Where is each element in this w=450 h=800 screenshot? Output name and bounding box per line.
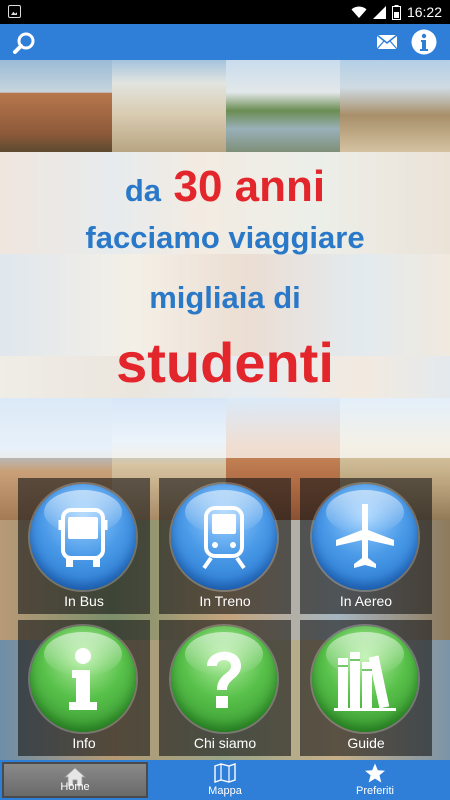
- map-icon: [214, 763, 236, 783]
- tab-home[interactable]: Home: [2, 762, 148, 798]
- menu-item-about[interactable]: Chi siamo: [159, 620, 291, 756]
- menu-item-bus[interactable]: In Bus: [18, 478, 150, 614]
- menu-item-label: Info: [72, 735, 96, 751]
- airplane-icon-button: [312, 484, 418, 590]
- headline-emphasis: studenti: [116, 331, 334, 394]
- headline-line-1: da 30 anni: [0, 162, 450, 212]
- question-mark-icon: [207, 651, 241, 708]
- photo-tile: [0, 60, 112, 152]
- photo-tile: [226, 60, 340, 152]
- tab-label: Home: [60, 781, 90, 793]
- train-icon: [202, 506, 246, 570]
- app-bar: [0, 24, 450, 60]
- main-menu-grid: In Bus In Treno In Aereo Info Chi siamo …: [18, 478, 432, 758]
- mail-icon[interactable]: [376, 32, 398, 52]
- menu-item-label: Guide: [347, 735, 385, 751]
- battery-icon: [391, 4, 401, 20]
- star-icon: [365, 763, 385, 783]
- info-letter-icon: [69, 648, 97, 710]
- tab-label: Preferiti: [356, 785, 394, 797]
- headline-prefix: da: [124, 173, 162, 208]
- question-icon-button: [171, 626, 277, 732]
- info-icon-button: [30, 626, 136, 732]
- menu-item-label: In Aereo: [339, 593, 393, 609]
- books-icon-button: [312, 626, 418, 732]
- search-icon[interactable]: [12, 30, 38, 56]
- menu-item-airplane[interactable]: In Aereo: [300, 478, 432, 614]
- wifi-icon: [351, 6, 367, 18]
- photo-tile: [112, 60, 226, 152]
- status-bar: 16:22: [0, 0, 450, 24]
- bottom-tab-bar: Home Mappa Preferiti: [0, 760, 450, 800]
- gallery-notification-icon: [8, 5, 21, 18]
- headline-highlight: 30 anni: [173, 162, 326, 211]
- headline-line-4: studenti: [0, 330, 450, 395]
- headline-line-2: facciamo viaggiare: [0, 220, 450, 256]
- tab-map[interactable]: Mappa: [150, 760, 300, 800]
- airplane-icon: [336, 504, 394, 568]
- info-icon[interactable]: [410, 28, 438, 56]
- menu-item-label: In Treno: [199, 593, 251, 609]
- photo-tile: [340, 60, 450, 152]
- signal-icon: [372, 5, 386, 19]
- books-icon: [334, 652, 396, 711]
- menu-item-info[interactable]: Info: [18, 620, 150, 756]
- tab-label: Mappa: [208, 785, 242, 797]
- menu-item-train[interactable]: In Treno: [159, 478, 291, 614]
- bus-icon-button: [30, 484, 136, 590]
- headline-text: migliaia di: [149, 280, 301, 315]
- menu-item-guide[interactable]: Guide: [300, 620, 432, 756]
- menu-item-label: Chi siamo: [193, 735, 257, 751]
- headline-text: facciamo viaggiare: [85, 220, 365, 255]
- train-icon-button: [171, 484, 277, 590]
- tab-favorites[interactable]: Preferiti: [300, 760, 450, 800]
- menu-item-label: In Bus: [64, 593, 104, 609]
- headline-line-3: migliaia di: [0, 280, 450, 316]
- bus-icon: [58, 508, 108, 567]
- clock: 16:22: [406, 4, 442, 20]
